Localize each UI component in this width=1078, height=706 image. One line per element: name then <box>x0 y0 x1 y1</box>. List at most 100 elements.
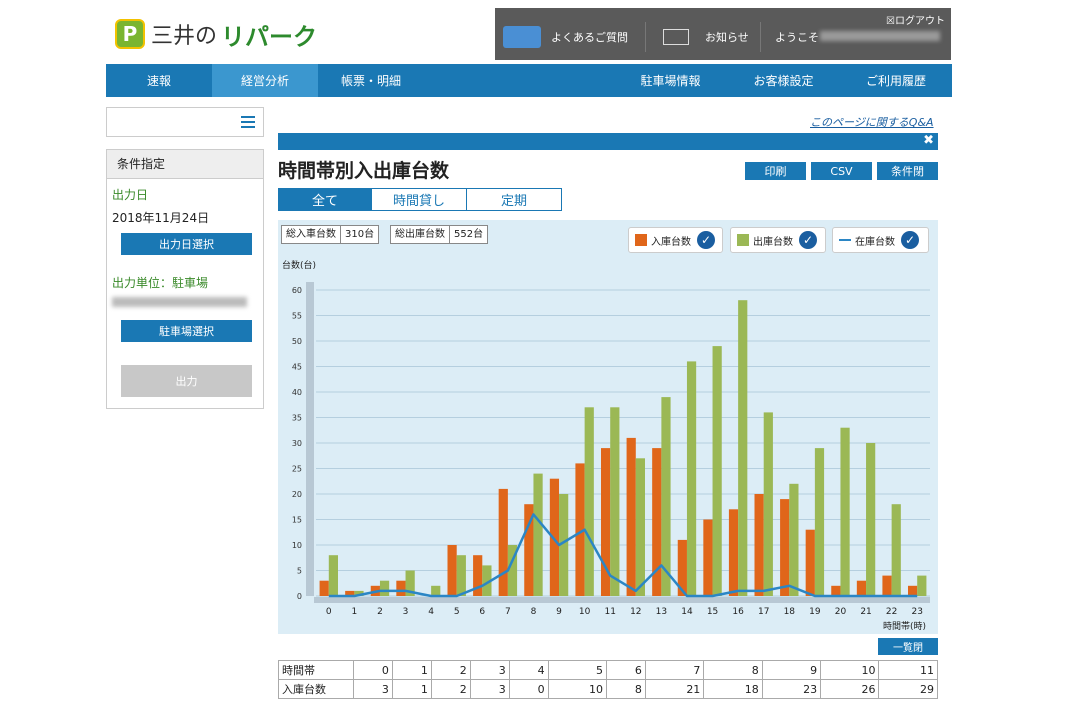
notice-link[interactable]: お知らせ <box>705 29 749 45</box>
bar-out <box>686 361 697 596</box>
tab-monthly[interactable]: 定期 <box>466 188 562 211</box>
page-qa-link[interactable]: このページに関するQ&A <box>810 114 934 130</box>
table-cell: 23 <box>761 679 822 699</box>
bar-out <box>635 458 646 596</box>
table-cell: 4 <box>508 660 549 680</box>
y-tick-label: 35 <box>292 414 302 423</box>
table-cell: 1 <box>391 660 432 680</box>
bar-in <box>754 494 764 596</box>
divider <box>645 22 646 52</box>
y-axis-strip <box>306 282 314 596</box>
x-tick-label: 12 <box>630 607 641 617</box>
x-axis-label: 時間帯(時) <box>883 622 927 632</box>
chart-svg: 0510152025303540455055600 1 2 3 4 5 6 7 8 9 10 11 12… <box>292 282 930 617</box>
parking-logo-icon: P <box>115 19 145 49</box>
nav-item-customer-settings[interactable]: お客様設定 <box>727 64 840 97</box>
bar-out <box>712 346 722 596</box>
nav-item-usage-history[interactable]: ご利用履歴 <box>840 64 952 97</box>
bar-in <box>498 488 508 596</box>
y-tick-label: 0 <box>297 592 302 601</box>
output-button[interactable]: 出力 <box>121 365 252 397</box>
logo[interactable]: P 三井の リパーク <box>115 16 317 52</box>
bar-out <box>866 443 876 596</box>
bar-out <box>840 427 850 596</box>
bar-out <box>328 555 339 596</box>
menu-box <box>106 107 264 137</box>
x-tick-label: 20 <box>835 607 847 617</box>
y-tick-label: 45 <box>292 363 302 372</box>
logo-prefix: 三井の <box>151 24 218 49</box>
nav-item-parking-info[interactable]: 駐車場情報 <box>614 64 727 97</box>
table-cell: 3 <box>469 679 510 699</box>
nav-item-sokuho[interactable]: 速報 <box>106 64 212 97</box>
x-tick-label: 23 <box>911 607 922 617</box>
y-tick-label: 55 <box>292 312 302 321</box>
data-table: 時間帯 0 1 2 3 4 5 6 7 8 9 10 11 入庫台数 3 1 2 3 0 10 8 21 18 23 26 29 <box>278 660 938 699</box>
csv-button[interactable]: CSV <box>811 162 872 180</box>
x-tick-label: 10 <box>579 607 591 617</box>
nav-item-analysis[interactable]: 経営分析 <box>212 64 318 97</box>
table-cell: 26 <box>820 679 880 699</box>
bar-out <box>610 407 620 596</box>
table-cell: 11 <box>878 660 938 680</box>
x-tick-label: 6 <box>479 607 485 617</box>
select-date-button[interactable]: 出力日選択 <box>121 233 252 255</box>
y-tick-label: 40 <box>292 388 302 397</box>
condition-panel: 条件指定 出力日 2018年11月24日 出力日選択 出力単位：駐車場 駐車場選… <box>106 149 264 409</box>
bar-out <box>584 407 594 596</box>
table-cell: 29 <box>878 679 938 699</box>
bar-out <box>738 300 748 596</box>
bar-in <box>780 499 790 596</box>
tab-all[interactable]: 全て <box>278 188 372 211</box>
table-cell: 8 <box>606 679 646 699</box>
faq-icon[interactable] <box>503 26 541 48</box>
output-date-label: 出力日 <box>112 188 149 202</box>
bar-out <box>456 555 466 596</box>
table-cell: 5 <box>547 660 608 680</box>
y-tick-label: 20 <box>292 490 302 499</box>
tab-hourly[interactable]: 時間貸し <box>371 188 467 211</box>
x-tick-label: 18 <box>784 607 796 617</box>
bar-out <box>763 412 773 596</box>
list-close-button[interactable]: 一覧閉 <box>878 638 938 655</box>
x-tick-label: 22 <box>886 607 897 617</box>
bar-in <box>703 519 713 596</box>
output-unit-label: 出力単位：駐車場 <box>112 276 209 290</box>
logo-brand: リパーク <box>221 22 318 51</box>
faq-link[interactable]: よくあるご質問 <box>551 29 628 45</box>
select-lot-button[interactable]: 駐車場選択 <box>121 320 252 342</box>
bar-in <box>319 580 329 596</box>
bar-in <box>728 509 739 596</box>
y-tick-label: 15 <box>292 516 302 525</box>
table-cell: 10 <box>547 679 608 699</box>
nav-item-reports[interactable]: 帳票・明細 <box>318 64 424 97</box>
hamburger-icon[interactable] <box>241 116 255 128</box>
mail-icon[interactable] <box>663 29 689 45</box>
x-tick-label: 2 <box>377 607 383 617</box>
table-cell: 21 <box>644 679 705 699</box>
row-header: 入庫台数 <box>278 679 354 699</box>
table-cell: 2 <box>430 679 471 699</box>
page-title: 時間帯別入出庫台数 <box>278 160 450 182</box>
x-tick-label: 3 <box>403 607 409 617</box>
table-row: 入庫台数 3 1 2 3 0 10 8 21 18 23 26 29 <box>278 679 938 699</box>
print-button[interactable]: 印刷 <box>745 162 806 180</box>
y-tick-label: 5 <box>297 567 302 576</box>
output-date-value: 2018年11月24日 <box>112 211 210 225</box>
x-tick-label: 15 <box>707 607 718 617</box>
x-tick-label: 1 <box>352 607 358 617</box>
condition-close-button[interactable]: 条件閉 <box>877 162 938 180</box>
bar-out <box>533 473 543 596</box>
y-tick-label: 50 <box>292 337 302 346</box>
bar-in <box>907 585 918 596</box>
table-cell: 2 <box>430 660 471 680</box>
bar-out <box>789 483 799 596</box>
bar-in <box>831 585 841 596</box>
x-axis-strip <box>314 597 930 603</box>
bar-in <box>626 437 636 596</box>
bar-in <box>447 545 457 596</box>
bar-out <box>814 448 825 596</box>
close-icon[interactable]: ✖ <box>923 133 934 148</box>
logout-link[interactable]: ☒ログアウト <box>886 12 945 27</box>
bar-in <box>805 529 815 596</box>
